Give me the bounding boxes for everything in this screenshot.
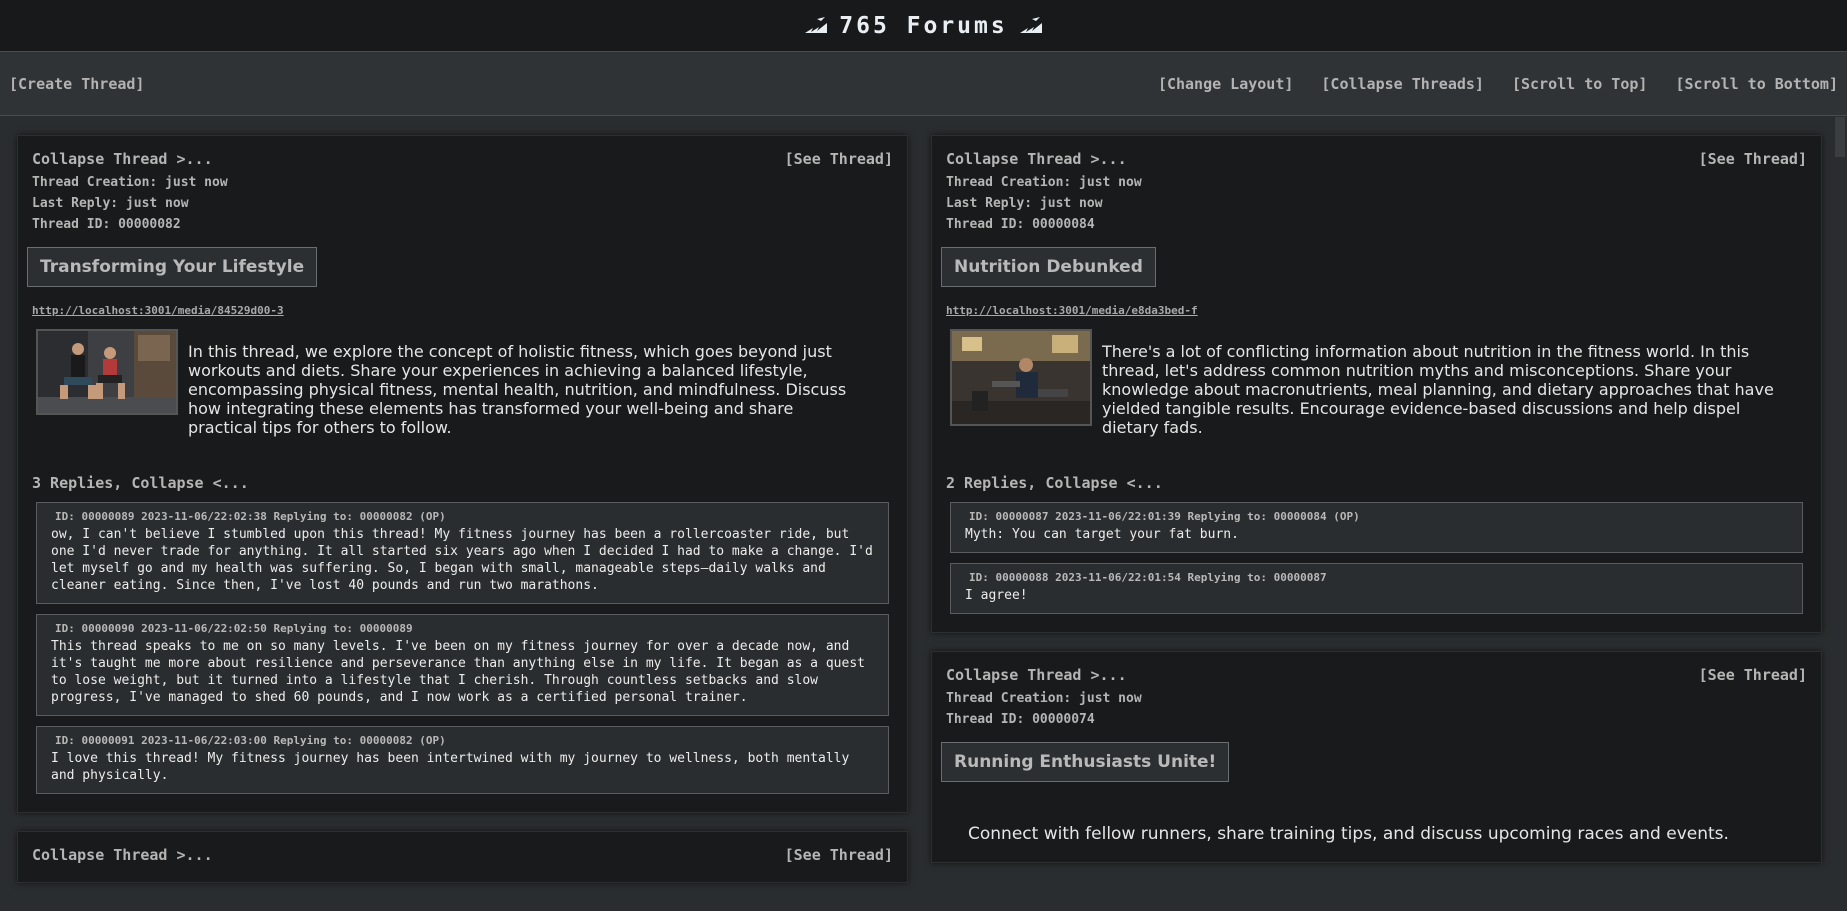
collapse-thread-link[interactable]: Collapse Thread >...	[32, 846, 213, 864]
toolbar-actions: [Change Layout] [Collapse Threads] [Scro…	[1158, 75, 1838, 93]
media-link[interactable]: http://localhost:3001/media/84529d00-3	[32, 304, 893, 317]
change-layout-button[interactable]: [Change Layout]	[1158, 75, 1293, 93]
create-thread-button[interactable]: [Create Thread]	[9, 75, 144, 93]
thread-id: Thread ID: 00000074	[946, 712, 1095, 727]
thread-image[interactable]	[36, 329, 178, 415]
thread-creation: Thread Creation: just now	[946, 175, 1142, 190]
reply-card: ID: 00000091 2023-11-06/22:03:00 Replyin…	[36, 726, 889, 794]
thread-title: Nutrition Debunked	[941, 247, 1156, 287]
thread-card: Collapse Thread >... [See Thread] Thread…	[931, 651, 1822, 863]
scroll-to-bottom-button[interactable]: [Scroll to Bottom]	[1675, 75, 1838, 93]
left-column: Collapse Thread >... [See Thread] Thread…	[17, 135, 908, 901]
thread-body: In this thread, we explore the concept o…	[188, 342, 847, 437]
thread-id: Thread ID: 00000082	[32, 217, 181, 232]
reply-header: ID: 00000090 2023-11-06/22:02:50 Replyin…	[55, 622, 413, 635]
reply-card: ID: 00000088 2023-11-06/22:01:54 Replyin…	[950, 563, 1803, 614]
reply-header: ID: 00000089 2023-11-06/22:02:38 Replyin…	[55, 510, 446, 523]
site-title-text: 765 Forums	[839, 12, 1008, 39]
thread-creation: Thread Creation: just now	[32, 175, 228, 190]
reply-text: Myth: You can target your fat burn.	[965, 527, 1239, 542]
site-header: 765 Forums	[0, 0, 1847, 52]
collapse-threads-button[interactable]: [Collapse Threads]	[1321, 75, 1484, 93]
replies-collapse-toggle[interactable]: 3 Replies, Collapse <...	[32, 474, 893, 492]
last-reply: Last Reply: just now	[32, 196, 189, 211]
thread-card: Collapse Thread >... [See Thread] Thread…	[931, 135, 1822, 633]
collapse-thread-link[interactable]: Collapse Thread >...	[946, 666, 1127, 684]
left-wing-icon	[805, 16, 828, 33]
page-scrollbar[interactable]	[1833, 117, 1847, 911]
thread-creation: Thread Creation: just now	[946, 691, 1142, 706]
thread-id: Thread ID: 00000084	[946, 217, 1095, 232]
collapse-thread-link[interactable]: Collapse Thread >...	[32, 150, 213, 168]
see-thread-link[interactable]: [See Thread]	[785, 846, 893, 864]
see-thread-link[interactable]: [See Thread]	[1699, 150, 1807, 168]
scroll-to-top-button[interactable]: [Scroll to Top]	[1512, 75, 1647, 93]
media-link[interactable]: http://localhost:3001/media/e8da3bed-f	[946, 304, 1807, 317]
thread-title: Running Enthusiasts Unite!	[941, 742, 1230, 782]
scrollbar-thumb[interactable]	[1835, 117, 1845, 157]
reply-text: I love this thread! My fitness journey h…	[51, 751, 858, 783]
see-thread-link[interactable]: [See Thread]	[785, 150, 893, 168]
reply-card: ID: 00000090 2023-11-06/22:02:50 Replyin…	[36, 614, 889, 716]
last-reply: Last Reply: just now	[946, 196, 1103, 211]
thread-title: Transforming Your Lifestyle	[27, 247, 318, 287]
reply-header: ID: 00000087 2023-11-06/22:01:39 Replyin…	[969, 510, 1360, 523]
reply-header: ID: 00000088 2023-11-06/22:01:54 Replyin…	[969, 571, 1327, 584]
thread-body: There's a lot of conflicting information…	[1102, 342, 1774, 437]
reply-text: This thread speaks to me on so many leve…	[51, 639, 873, 705]
replies-collapse-toggle[interactable]: 2 Replies, Collapse <...	[946, 474, 1807, 492]
reply-card: ID: 00000089 2023-11-06/22:02:38 Replyin…	[36, 502, 889, 604]
reply-text: ow, I can't believe I stumbled upon this…	[51, 527, 881, 593]
see-thread-link[interactable]: [See Thread]	[1699, 666, 1807, 684]
thread-card: Collapse Thread >... [See Thread]	[17, 831, 908, 883]
toolbar: [Create Thread] [Change Layout] [Collaps…	[0, 52, 1847, 116]
thread-card: Collapse Thread >... [See Thread] Thread…	[17, 135, 908, 813]
thread-image[interactable]	[950, 329, 1092, 426]
collapse-thread-link[interactable]: Collapse Thread >...	[946, 150, 1127, 168]
right-column: Collapse Thread >... [See Thread] Thread…	[931, 135, 1822, 881]
site-title: 765 Forums	[803, 13, 1043, 39]
reply-header: ID: 00000091 2023-11-06/22:03:00 Replyin…	[55, 734, 446, 747]
reply-text: I agree!	[965, 588, 1028, 603]
right-wing-icon	[1019, 16, 1042, 33]
thread-body: Connect with fellow runners, share train…	[968, 824, 1729, 844]
reply-card: ID: 00000087 2023-11-06/22:01:39 Replyin…	[950, 502, 1803, 553]
